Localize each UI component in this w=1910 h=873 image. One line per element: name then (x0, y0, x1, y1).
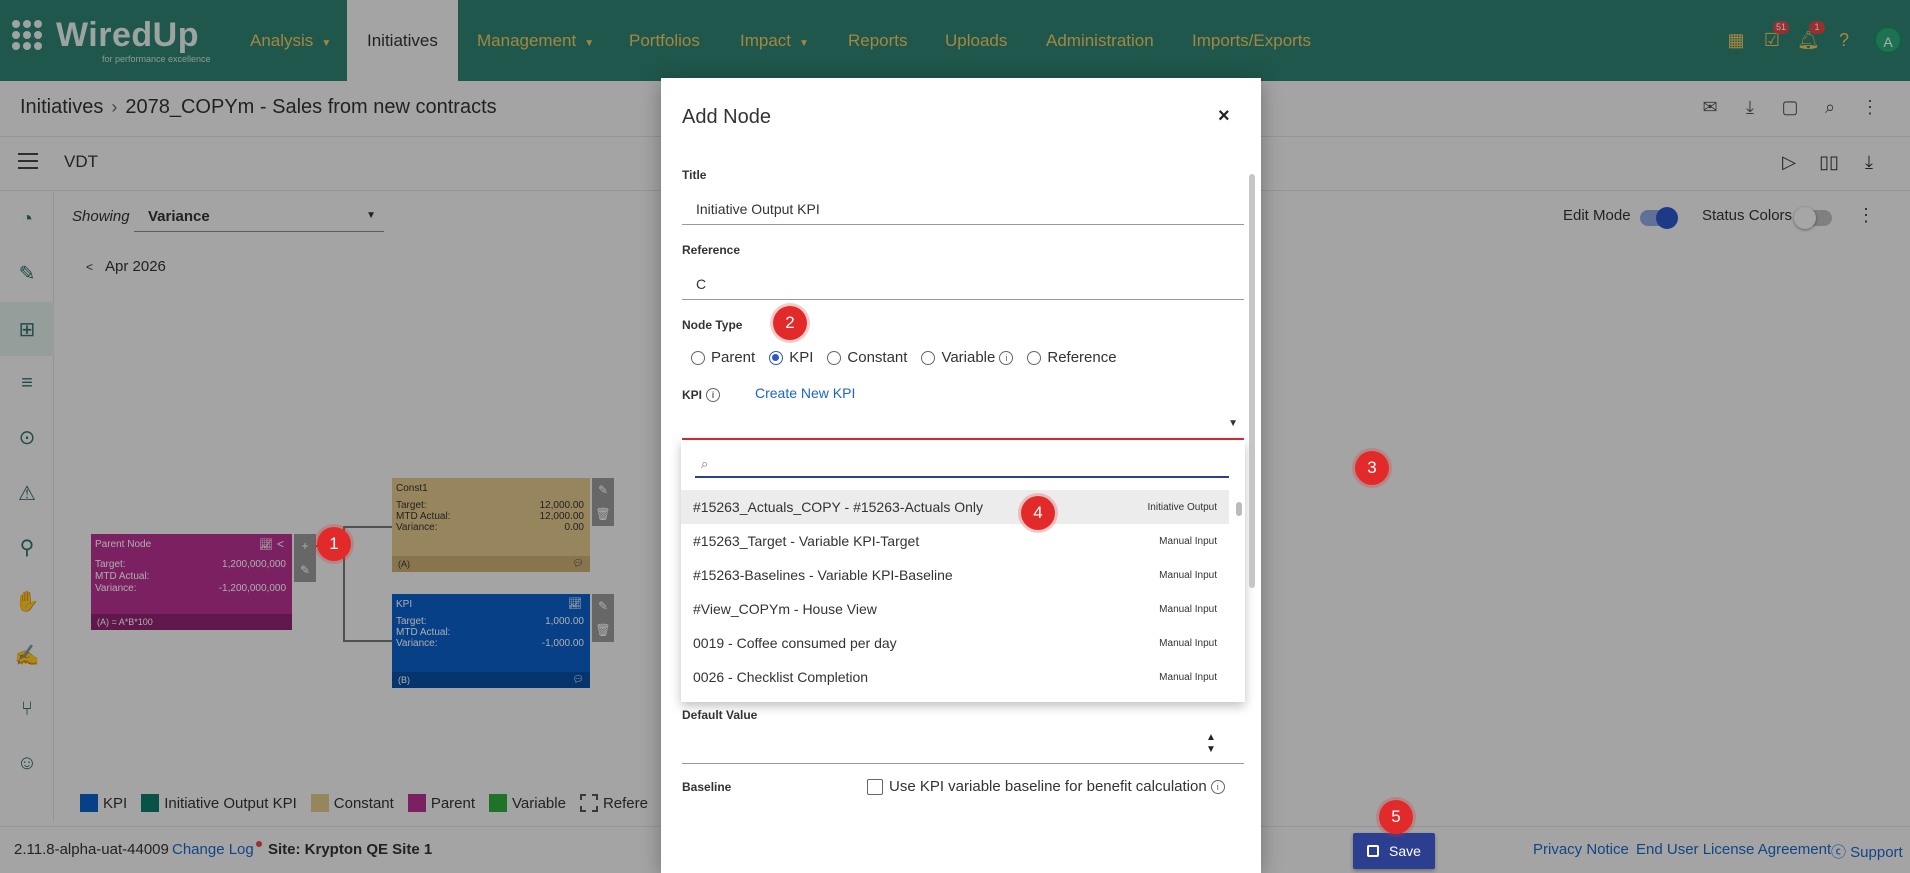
step-marker: 4 (1021, 496, 1055, 530)
kpi-option[interactable]: #15263-Baselines - Variable KPI-Baseline… (681, 558, 1229, 592)
kpi-option[interactable]: #15263_Actuals_COPY - #15263-Actuals Onl… (681, 490, 1229, 524)
radio-kpi[interactable]: KPI (769, 349, 813, 366)
reference-field[interactable]: C (682, 266, 1244, 300)
dialog-title: Add Node (682, 106, 771, 128)
kpi-label: KPI i (682, 388, 721, 402)
dialog-scrollbar[interactable] (1248, 160, 1256, 810)
default-value-field[interactable] (682, 728, 1244, 764)
save-button[interactable]: Save (1353, 833, 1435, 869)
kpi-search-input[interactable]: ⌕ (695, 450, 1229, 478)
node-type-label: Node Type (682, 318, 743, 332)
kpi-select[interactable]: ▼ (682, 406, 1244, 440)
baseline-label: Baseline (682, 780, 732, 794)
info-icon[interactable]: i (706, 388, 721, 402)
radio-parent[interactable]: Parent (691, 349, 755, 366)
radio-reference[interactable]: Reference (1027, 349, 1117, 366)
save-icon (1367, 845, 1380, 857)
radio-constant[interactable]: Constant (827, 349, 907, 366)
close-icon[interactable]: × (1218, 105, 1230, 128)
step-marker: 1 (317, 527, 351, 561)
kpi-option[interactable]: 0019 - Coffee consumed per day Manual Inp… (681, 626, 1229, 660)
kpi-dropdown-panel: ⌕ #15263_Actuals_COPY - #15263-Actuals O… (681, 440, 1245, 702)
number-stepper[interactable]: ▲ ▼ (1206, 732, 1216, 756)
add-node-dialog: Add Node × Title Initiative Output KPI R… (661, 78, 1261, 873)
info-icon[interactable]: i (1210, 779, 1225, 794)
dropdown-scrollbar[interactable] (1235, 492, 1243, 698)
step-marker: 2 (773, 306, 807, 340)
baseline-checkbox[interactable]: Use KPI variable baseline for benefit ca… (867, 778, 1225, 795)
kpi-option[interactable]: #View_COPYm - House View Manual Input (681, 592, 1229, 626)
step-marker: 5 (1379, 800, 1413, 834)
info-icon[interactable]: i (999, 350, 1014, 365)
default-value-label: Default Value (682, 708, 758, 722)
step-marker: 3 (1355, 451, 1389, 485)
kpi-option[interactable]: 0026 - Checklist Completion Manual Input (681, 660, 1229, 694)
search-icon: ⌕ (701, 456, 709, 471)
reference-label: Reference (682, 243, 741, 257)
radio-variable[interactable]: Variable i (921, 349, 1014, 366)
dropdown-arrow-icon: ▼ (1228, 418, 1238, 429)
create-kpi-link[interactable]: Create New KPI (755, 385, 855, 401)
node-type-radio-group: Parent KPI Constant Variable i Reference (691, 349, 1131, 366)
kpi-option[interactable]: #15263_Target - Variable KPI-Target Manua… (681, 524, 1229, 558)
title-field[interactable]: Initiative Output KPI (682, 191, 1244, 225)
title-label: Title (682, 168, 707, 182)
